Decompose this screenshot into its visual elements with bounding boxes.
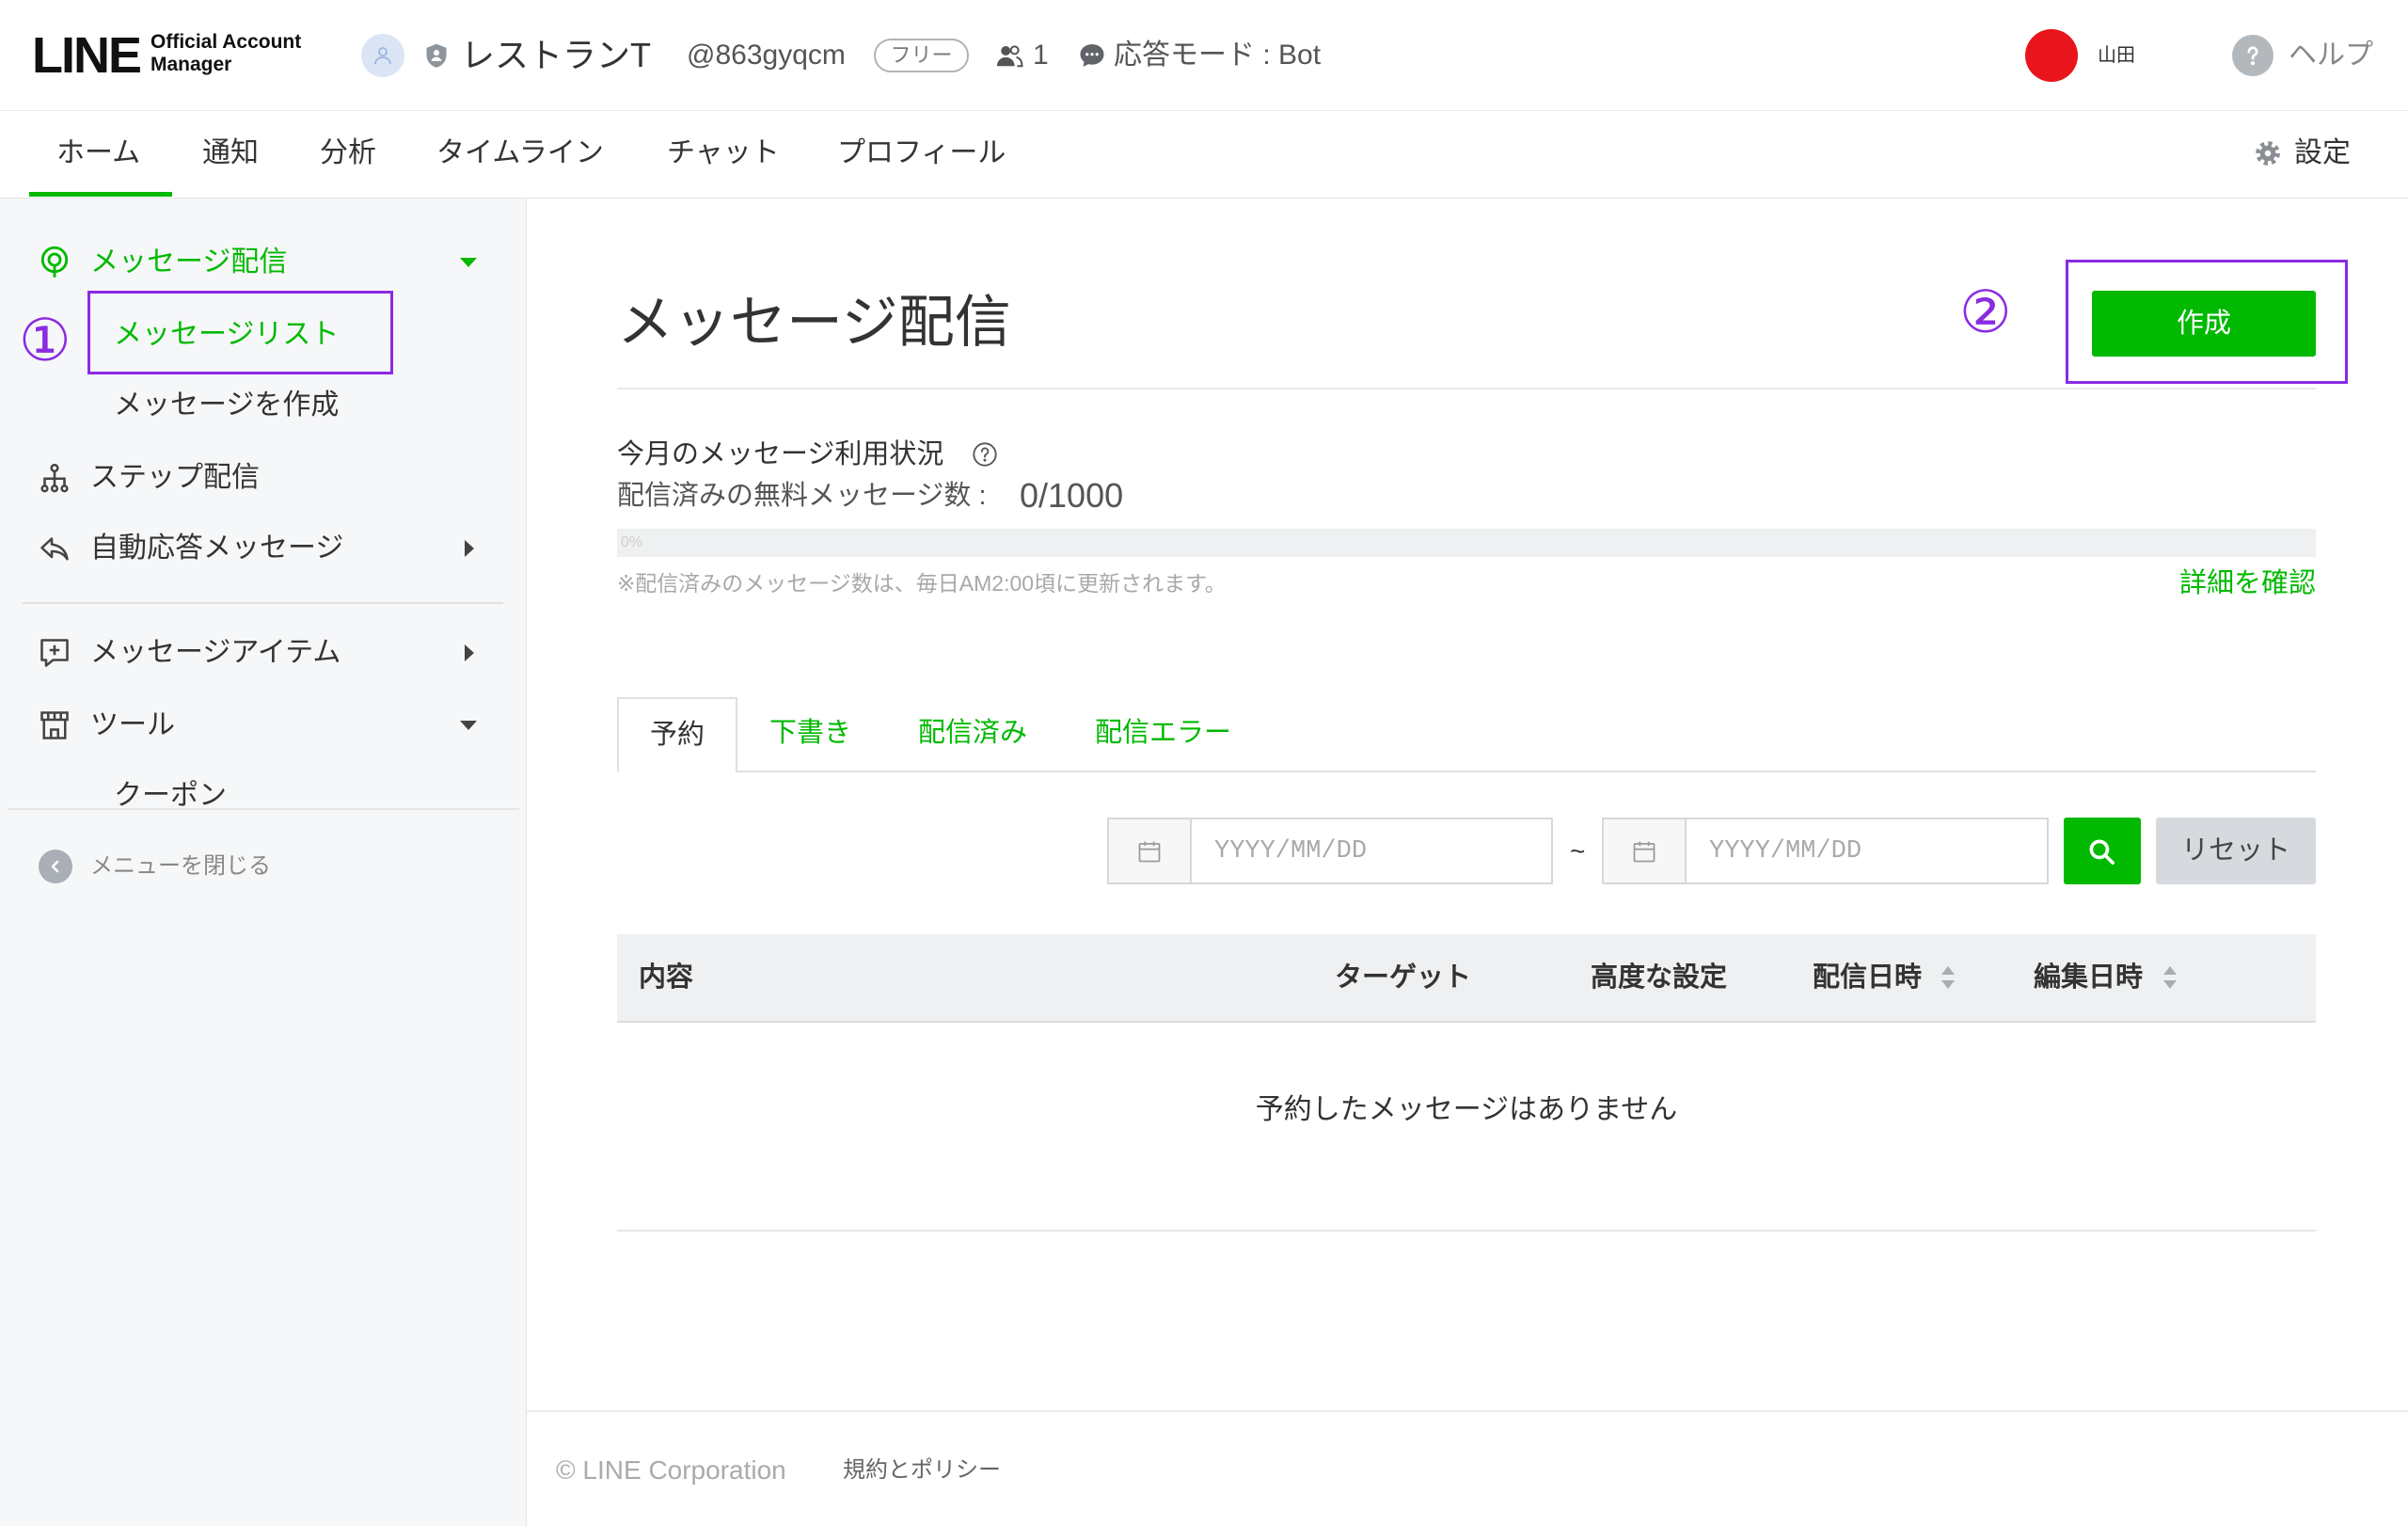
usage-progress-label: 0%: [621, 534, 643, 550]
sidebar-item-step-delivery[interactable]: ステップ配信: [0, 459, 526, 497]
tab-sent[interactable]: 配信済み: [918, 719, 1027, 747]
column-header-edit-date[interactable]: 編集日時: [2034, 963, 2143, 992]
chevron-down-icon: [460, 258, 477, 267]
store-icon: [38, 708, 71, 742]
user-name[interactable]: 山田: [2098, 46, 2135, 65]
usage-count-value: 0/1000: [1020, 476, 1124, 515]
sidebar-subitem-label: メッセージリスト: [114, 319, 340, 350]
search-icon: [2089, 839, 2115, 865]
page-title: メッセージ配信: [617, 291, 1011, 354]
response-mode[interactable]: 応答モード : Bot: [1114, 41, 1321, 70]
sidebar-subitem-label: クーポン: [114, 780, 227, 811]
sidebar-item-label: 自動応答メッセージ: [90, 533, 344, 564]
end-date-input[interactable]: [1687, 819, 2047, 882]
step-hierarchy-icon: [38, 461, 71, 495]
help-icon[interactable]: [972, 441, 998, 468]
help-link[interactable]: ヘルプ: [2289, 41, 2373, 70]
title-divider: [617, 388, 2316, 389]
sidebar-subitem-create-message[interactable]: メッセージを作成: [0, 387, 526, 424]
tab-scheduled[interactable]: 予約: [617, 697, 737, 772]
account-avatar-icon[interactable]: [361, 34, 404, 77]
logo-sub-line2: Manager: [150, 54, 232, 75]
message-item-icon: [38, 636, 71, 670]
chat-bubble-icon: [1078, 41, 1106, 70]
nav-active-indicator: [29, 192, 172, 197]
plan-badge: フリー: [874, 39, 969, 72]
line-logo[interactable]: LINE Official Account Manager: [32, 28, 314, 83]
top-header: LINE Official Account Manager レストランT @86…: [0, 0, 2408, 111]
start-date-field: [1107, 818, 1553, 884]
start-date-input[interactable]: [1192, 819, 1551, 882]
usage-count-label: 配信済みの無料メッセージ数 :: [617, 481, 987, 511]
user-avatar[interactable]: [2025, 29, 2078, 82]
nav-tab-timeline[interactable]: タイムライン: [436, 139, 604, 167]
close-menu-button[interactable]: メニューを閉じる: [0, 848, 526, 885]
page-footer: © LINE Corporation 規約とポリシー: [527, 1410, 2408, 1526]
sidebar-item-message-items[interactable]: メッセージアイテム: [0, 634, 526, 672]
sort-icon[interactable]: [1941, 965, 1956, 990]
account-name[interactable]: レストランT: [461, 39, 651, 72]
nav-tab-notifications[interactable]: 通知: [202, 139, 259, 167]
sidebar-item-auto-reply[interactable]: 自動応答メッセージ: [0, 530, 526, 567]
logo-main-text: LINE: [32, 27, 142, 84]
chevron-down-icon: [460, 721, 477, 730]
tab-drafts[interactable]: 下書き: [769, 719, 851, 747]
reply-icon: [38, 532, 71, 565]
sidebar-subitem-label: メッセージを作成: [114, 389, 340, 421]
gear-icon: [2254, 139, 2282, 167]
sidebar-item-message-broadcast[interactable]: メッセージ配信: [0, 244, 526, 281]
tab-errors[interactable]: 配信エラー: [1095, 719, 1231, 747]
chevron-right-icon: [465, 540, 474, 557]
copyright-text: © LINE Corporation: [556, 1455, 786, 1485]
details-link[interactable]: 詳細を確認: [2179, 569, 2316, 597]
table-header: 内容 ターゲット 高度な設定 配信日時 編集日時: [617, 934, 2316, 1023]
friends-count: 1: [1033, 40, 1049, 71]
help-icon[interactable]: [2232, 35, 2273, 76]
account-id: @863gyqcm: [687, 40, 846, 71]
chevron-left-icon: [39, 850, 72, 883]
people-icon: [995, 41, 1023, 70]
column-header-content: 内容: [639, 962, 694, 993]
column-header-target: ターゲット: [1335, 962, 1472, 993]
table-empty-message: 予約したメッセージはありません: [1255, 1094, 1678, 1125]
sidebar-item-label: ステップ配信: [90, 462, 260, 493]
reset-button[interactable]: リセット: [2156, 818, 2316, 884]
sidebar-subitem-message-list[interactable]: メッセージリスト: [0, 316, 526, 354]
main-nav: ホーム 通知 分析 タイムライン チャット プロフィール 設定: [0, 111, 2408, 199]
sidebar-item-label: メッセージアイテム: [90, 637, 341, 668]
create-message-button[interactable]: 作成: [2092, 291, 2316, 357]
usage-heading: 今月のメッセージ利用状況: [617, 439, 944, 469]
table-bottom-border: [617, 1230, 2316, 1232]
column-header-send-date[interactable]: 配信日時: [1813, 963, 1922, 992]
usage-note: ※配信済みのメッセージ数は、毎日AM2:00頃に更新されます。: [617, 571, 1227, 596]
column-header-advanced: 高度な設定: [1591, 962, 1728, 993]
sidebar-item-label: ツール: [90, 709, 175, 740]
sidebar-item-tools[interactable]: ツール: [0, 707, 526, 744]
annotation-marker-2: ②: [1959, 280, 2012, 345]
calendar-icon[interactable]: [1109, 819, 1192, 882]
sidebar: メッセージ配信 ① メッセージリスト メッセージを作成 ステップ配信 自動応答メ…: [0, 199, 527, 1526]
usage-progress-bar: 0%: [617, 529, 2316, 557]
search-button[interactable]: [2064, 818, 2141, 884]
sidebar-divider: [8, 808, 519, 810]
settings-label: 設定: [2294, 137, 2351, 168]
calendar-icon[interactable]: [1604, 819, 1687, 882]
nav-tab-profile[interactable]: プロフィール: [837, 139, 1006, 167]
sidebar-item-label: メッセージ配信: [90, 246, 288, 278]
shield-icon: [423, 41, 450, 70]
nav-tab-analytics[interactable]: 分析: [320, 139, 376, 167]
sidebar-divider: [23, 602, 503, 604]
settings-button[interactable]: 設定: [2254, 135, 2357, 173]
nav-tab-chat[interactable]: チャット: [667, 139, 780, 167]
tabs-bottom-border: [617, 771, 2316, 772]
nav-tab-home[interactable]: ホーム: [56, 139, 140, 167]
chevron-right-icon: [465, 644, 474, 661]
end-date-field: [1602, 818, 2049, 884]
broadcast-icon: [38, 246, 71, 279]
sort-icon[interactable]: [2162, 965, 2178, 990]
close-menu-label: メニューを閉じる: [90, 853, 271, 879]
date-range-separator: ~: [1570, 836, 1586, 866]
logo-sub-line1: Official Account: [150, 31, 302, 53]
terms-link[interactable]: 規約とポリシー: [843, 1459, 1001, 1482]
